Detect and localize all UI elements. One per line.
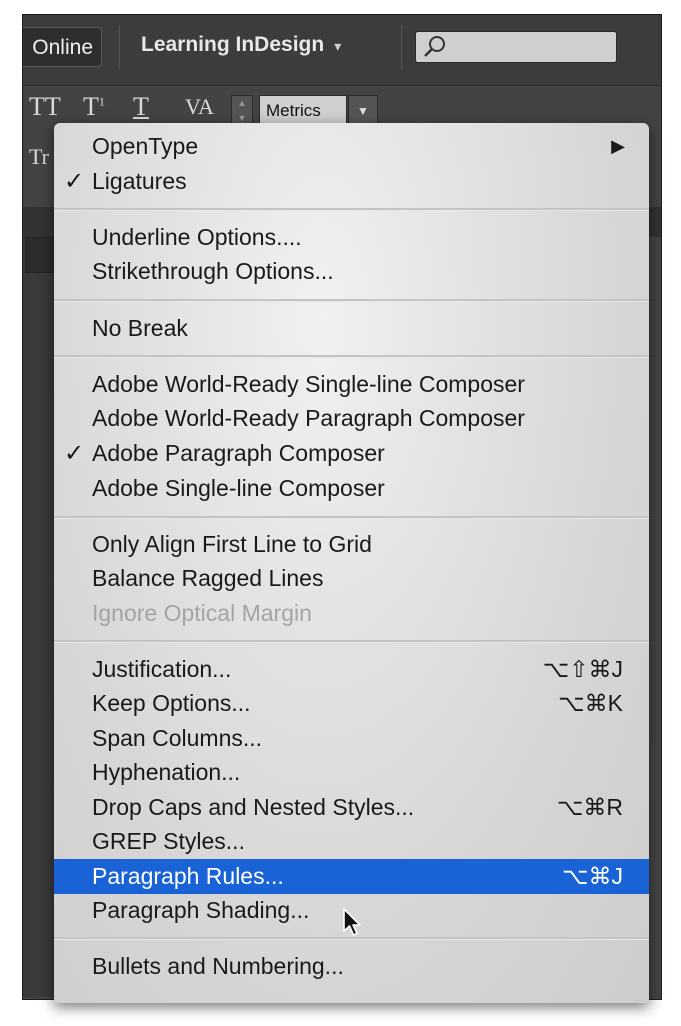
keyboard-shortcut: ⌥⌘J: [561, 863, 623, 889]
menu-item-label: Ignore Optical Margin: [92, 600, 312, 626]
menu-item-label: Hyphenation...: [92, 759, 241, 785]
divider: [119, 25, 120, 69]
menu-item-single-line-composer[interactable]: Adobe Single-line Composer: [54, 471, 649, 506]
menu-item-label: Adobe World-Ready Paragraph Composer: [92, 405, 525, 431]
checkmark-icon: ✓: [64, 440, 85, 467]
menu-item-align-first-line-to-grid[interactable]: Only Align First Line to Grid: [54, 527, 649, 562]
menu-item-balance-ragged-lines[interactable]: Balance Ragged Lines: [54, 561, 649, 596]
menu-item-opentype[interactable]: OpenType ▶: [54, 129, 649, 164]
menu-item-underline-options[interactable]: Underline Options....: [54, 220, 649, 255]
menu-item-label: Adobe World-Ready Single-line Composer: [92, 371, 525, 397]
workspace-label: Learning InDesign: [141, 33, 325, 56]
keyboard-shortcut: ⌥⌘K: [558, 690, 623, 716]
menu-item-label: Drop Caps and Nested Styles...: [92, 794, 415, 820]
menu-item-drop-caps-nested-styles[interactable]: Drop Caps and Nested Styles... ⌥⌘R: [54, 790, 649, 825]
menu-item-label: GREP Styles...: [92, 828, 245, 854]
superscript-mark: 1: [98, 94, 105, 109]
menu-item-grep-styles[interactable]: GREP Styles...: [54, 824, 649, 859]
menu-item-label: Justification...: [92, 656, 232, 682]
menu-item-label: Span Columns...: [92, 725, 263, 751]
menu-item-label: Bullets and Numbering...: [92, 953, 344, 979]
menu-divider: [54, 355, 649, 358]
menu-item-hyphenation[interactable]: Hyphenation...: [54, 755, 649, 790]
menu-divider: [54, 937, 649, 940]
menu-item-justification[interactable]: Justification... ⌥⇧⌘J: [54, 652, 649, 687]
menu-item-paragraph-shading[interactable]: Paragraph Shading...: [54, 893, 649, 928]
menu-item-label: Only Align First Line to Grid: [92, 531, 372, 557]
search-icon: [424, 36, 445, 57]
checkmark-icon: ✓: [64, 168, 85, 195]
keyboard-shortcut: ⌥⇧⌘J: [542, 656, 623, 682]
menu-item-label: No Break: [92, 315, 188, 341]
workspace-switcher[interactable]: Learning InDesign ▾: [141, 33, 341, 57]
chevron-down-icon: ▾: [334, 38, 342, 54]
menu-item-no-break[interactable]: No Break: [54, 311, 649, 346]
menu-divider: [54, 516, 649, 519]
superscript-label: T: [83, 92, 99, 121]
menu-item-ignore-optical-margin: Ignore Optical Margin: [54, 596, 649, 631]
menu-item-span-columns[interactable]: Span Columns...: [54, 721, 649, 756]
menu-item-label: Ligatures: [92, 168, 187, 194]
small-caps-button[interactable]: Tr: [29, 144, 49, 170]
divider: [401, 25, 402, 69]
search-input[interactable]: [415, 31, 617, 63]
tool-button[interactable]: [25, 237, 55, 273]
menu-item-world-ready-paragraph-composer[interactable]: Adobe World-Ready Paragraph Composer: [54, 401, 649, 436]
menu-divider: [54, 208, 649, 211]
menu-item-paragraph-composer[interactable]: ✓ Adobe Paragraph Composer: [54, 436, 649, 471]
menu-divider: [54, 299, 649, 302]
menu-item-label: Paragraph Shading...: [92, 897, 310, 923]
menu-item-ligatures[interactable]: ✓ Ligatures: [54, 164, 649, 199]
menu-item-label: OpenType: [92, 133, 199, 159]
menu-item-label: Underline Options....: [92, 224, 302, 250]
keyboard-shortcut: ⌥⌘R: [556, 794, 623, 820]
menu-item-keep-options[interactable]: Keep Options... ⌥⌘K: [54, 686, 649, 721]
menu-item-bullets-numbering[interactable]: Bullets and Numbering...: [54, 949, 649, 984]
underline-button[interactable]: T: [133, 92, 149, 122]
menu-item-label: Adobe Paragraph Composer: [92, 440, 385, 466]
online-button[interactable]: Online: [23, 27, 102, 67]
menu-item-label: Balance Ragged Lines: [92, 565, 324, 591]
menu-item-strikethrough-options[interactable]: Strikethrough Options...: [54, 254, 649, 289]
menu-item-paragraph-rules[interactable]: Paragraph Rules... ⌥⌘J: [54, 859, 649, 936]
menu-item-label: Paragraph Rules...: [92, 863, 284, 889]
application-bar: Online Learning InDesign ▾: [23, 15, 661, 86]
superscript-button[interactable]: T1: [83, 92, 105, 122]
paragraph-panel-menu: OpenType ▶ ✓ Ligatures Underline Options…: [54, 123, 649, 1003]
kerning-field[interactable]: Metrics: [259, 95, 347, 125]
submenu-arrow-icon: ▶: [611, 136, 625, 156]
menu-divider: [54, 640, 649, 643]
menu-item-label: Strikethrough Options...: [92, 258, 334, 284]
menu-item-label: Adobe Single-line Composer: [92, 475, 385, 501]
stepper-up-icon[interactable]: ▲: [232, 96, 252, 111]
menu-item-world-ready-single-line-composer[interactable]: Adobe World-Ready Single-line Composer: [54, 367, 649, 402]
all-caps-button[interactable]: TT: [29, 92, 61, 122]
tools-panel: [23, 237, 55, 997]
menu-item-label: Keep Options...: [92, 690, 251, 716]
kerning-icon: VA: [185, 94, 214, 119]
